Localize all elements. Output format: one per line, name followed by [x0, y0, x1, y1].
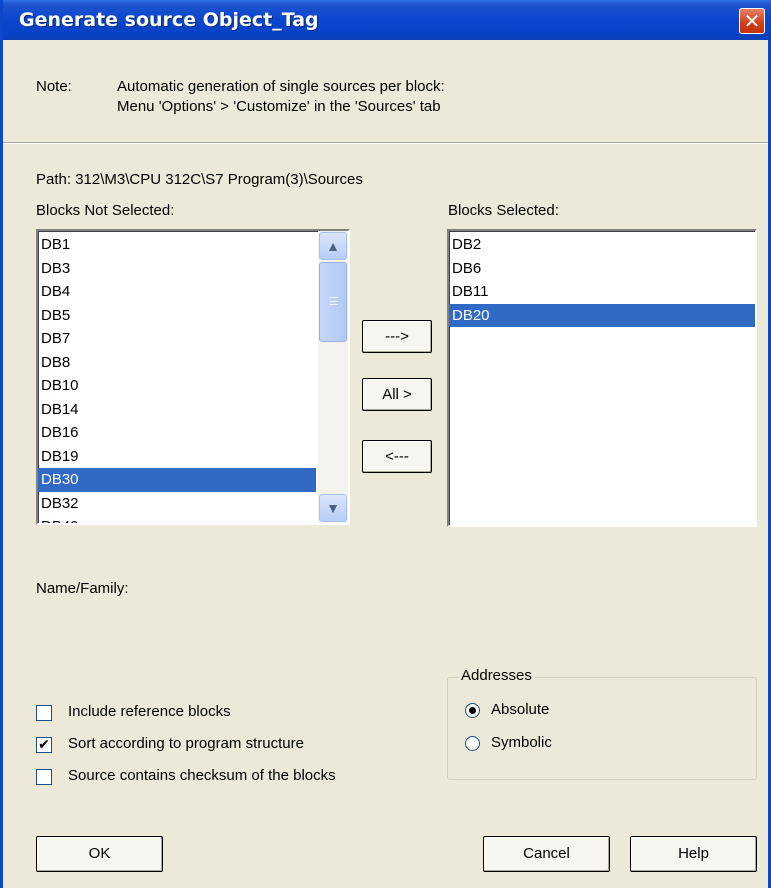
- list-item[interactable]: DB32: [38, 492, 316, 516]
- list-item[interactable]: DB14: [38, 398, 316, 422]
- list-item[interactable]: DB4: [38, 280, 316, 304]
- note-label: Note:: [36, 78, 72, 95]
- window-frame-left: [0, 40, 3, 888]
- help-button[interactable]: Help: [630, 836, 757, 872]
- list-item[interactable]: DB10: [38, 374, 316, 398]
- cancel-button[interactable]: Cancel: [483, 836, 610, 872]
- absolute-radio-label[interactable]: Absolute: [491, 701, 549, 718]
- scroll-thumb[interactable]: [319, 262, 347, 342]
- vertical-scrollbar[interactable]: ▲ ▼: [318, 231, 348, 523]
- close-icon: ✕: [743, 9, 761, 33]
- note-line-2: Menu 'Options' > 'Customize' in the 'Sou…: [117, 98, 441, 115]
- list-item[interactable]: DB7: [38, 327, 316, 351]
- window-title: Generate source Object_Tag: [19, 9, 319, 31]
- path-text: Path: 312\M3\CPU 312C\S7 Program(3)\Sour…: [36, 171, 363, 188]
- blocks-selected-list[interactable]: DB2 DB6 DB11 DB20: [447, 229, 757, 527]
- symbolic-radio[interactable]: [465, 736, 480, 751]
- blocks-not-selected-label: Blocks Not Selected:: [36, 202, 175, 219]
- addresses-legend: Addresses: [458, 667, 535, 684]
- title-bar: Generate source Object_Tag ✕: [0, 0, 771, 40]
- source-checksum-label[interactable]: Source contains checksum of the blocks: [68, 767, 336, 784]
- list-item[interactable]: DB19: [38, 445, 316, 469]
- sort-program-structure-checkbox[interactable]: ✔: [36, 737, 52, 753]
- blocks-selected-label: Blocks Selected:: [448, 202, 559, 219]
- list-item[interactable]: DB16: [38, 421, 316, 445]
- add-block-button[interactable]: --->: [362, 320, 432, 353]
- source-checksum-checkbox[interactable]: [36, 769, 52, 785]
- list-item[interactable]: DB30: [38, 468, 316, 492]
- chevron-down-icon: ▼: [326, 500, 340, 516]
- list-item[interactable]: DB20: [449, 303, 755, 327]
- list-item[interactable]: DB8: [38, 351, 316, 375]
- list-item[interactable]: DB5: [38, 304, 316, 328]
- include-reference-blocks-label[interactable]: Include reference blocks: [68, 703, 231, 720]
- scroll-down-button[interactable]: ▼: [319, 494, 347, 522]
- remove-block-button[interactable]: <---: [362, 440, 432, 473]
- list-item[interactable]: DB40: [38, 515, 316, 523]
- grip-icon: [329, 297, 338, 305]
- list-item[interactable]: DB2: [449, 233, 755, 257]
- list-item[interactable]: DB3: [38, 257, 316, 281]
- separator: [3, 142, 768, 144]
- list-item[interactable]: DB6: [449, 257, 755, 281]
- absolute-radio[interactable]: [465, 703, 480, 718]
- chevron-up-icon: ▲: [326, 238, 340, 254]
- include-reference-blocks-checkbox[interactable]: [36, 705, 52, 721]
- ok-button[interactable]: OK: [36, 836, 163, 872]
- close-button[interactable]: ✕: [739, 8, 765, 34]
- addresses-group: Addresses Absolute Symbolic: [447, 667, 757, 780]
- note-line-1: Automatic generation of single sources p…: [117, 78, 445, 95]
- checkmark-icon: ✔: [38, 736, 50, 752]
- add-all-blocks-button[interactable]: All >: [362, 378, 432, 411]
- symbolic-radio-label[interactable]: Symbolic: [491, 734, 552, 751]
- name-family-label: Name/Family:: [36, 580, 129, 597]
- list-item[interactable]: DB11: [449, 280, 755, 304]
- sort-program-structure-label[interactable]: Sort according to program structure: [68, 735, 304, 752]
- list-item[interactable]: DB1: [38, 233, 316, 257]
- blocks-not-selected-list[interactable]: DB1 DB3 DB4 DB5 DB7 DB8 DB10 DB14 DB16 DB19 DB30 DB…: [36, 229, 350, 525]
- scroll-up-button[interactable]: ▲: [319, 232, 347, 260]
